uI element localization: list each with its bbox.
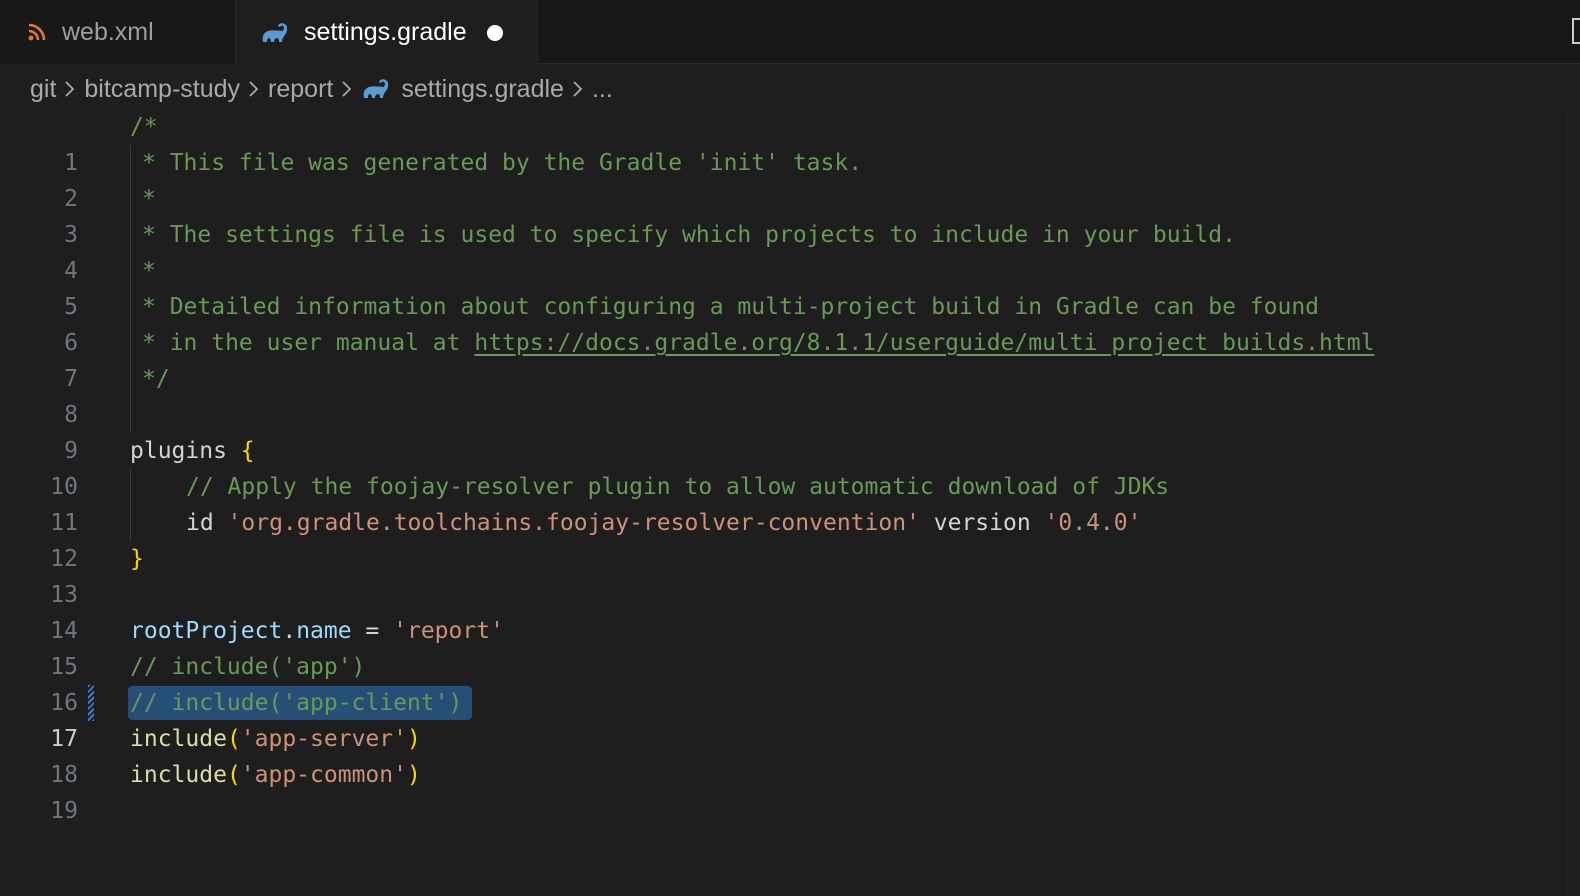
comment-text: * in the user manual at <box>142 330 475 356</box>
line-text: id 'org.gradle.toolchains.foojay-resolve… <box>186 505 1141 541</box>
line-text: * <box>142 186 156 212</box>
split-editor-icon[interactable] <box>1572 18 1580 44</box>
breadcrumb-item-report[interactable]: report <box>268 75 333 104</box>
tab-web-xml[interactable]: web.xml <box>0 0 236 64</box>
module-string: 'app-server' <box>240 726 407 752</box>
line-text: * Detailed information about configuring… <box>142 294 1320 320</box>
code-line[interactable]: 7 * in the user manual at https://docs.g… <box>0 325 1566 392</box>
open-paren: ( <box>226 726 241 752</box>
unsaved-dot-icon[interactable] <box>486 24 503 41</box>
code-line[interactable]: 3 * <box>0 181 1566 248</box>
line-text: */ <box>142 366 170 392</box>
breadcrumb-item-git[interactable]: git <box>30 75 56 104</box>
version-keyword: version <box>919 510 1045 536</box>
close-brace: } <box>130 546 144 572</box>
code-line[interactable]: 11 // Apply the foojay-resolver plugin t… <box>0 469 1566 536</box>
breadcrumb-label: settings.gradle <box>401 74 564 103</box>
dot-operator: . <box>282 618 297 644</box>
code-line[interactable]: 6 * Detailed information about configuri… <box>0 289 1566 356</box>
breadcrumb-item-bitcamp-study[interactable]: bitcamp-study <box>84 75 240 104</box>
root-project-identifier: rootProject <box>130 618 283 644</box>
id-keyword: id <box>186 510 228 536</box>
name-property: name <box>296 618 352 644</box>
code-line[interactable]: 10 plugins { <box>0 433 1566 500</box>
chevron-right-icon <box>341 79 353 99</box>
close-paren: ) <box>406 762 421 788</box>
chevron-right-icon <box>248 79 260 99</box>
line-text: // include('app') <box>130 654 366 680</box>
modified-line-marker[interactable] <box>88 685 94 721</box>
breadcrumb-item-settings-gradle[interactable]: settings.gradle <box>361 75 564 104</box>
gradle-icon <box>361 77 391 101</box>
code-line-active[interactable]: 17 // include('app-client') <box>0 685 1566 752</box>
code-line[interactable]: 4 * The settings file is used to specify… <box>0 217 1566 284</box>
close-paren: ) <box>406 726 421 752</box>
open-paren: ( <box>226 762 241 788</box>
line-text: // include('app-client') <box>130 690 463 716</box>
chevron-right-icon <box>64 79 76 99</box>
vertical-scrollbar[interactable] <box>1566 109 1580 896</box>
open-brace: { <box>240 438 255 464</box>
gradle-icon <box>260 21 290 45</box>
code-line[interactable]: 5 * <box>0 253 1566 320</box>
line-text: /* <box>130 114 158 140</box>
line-text: * <box>142 258 156 284</box>
chevron-right-icon <box>572 79 584 99</box>
rss-icon <box>26 21 48 43</box>
code-line[interactable]: 2 * This file was generated by the Gradl… <box>0 145 1566 212</box>
breadcrumb-item-symbols[interactable]: ... <box>592 75 613 104</box>
code-line[interactable]: 15 rootProject.name = 'report' <box>0 613 1566 680</box>
code-line[interactable]: 19 include('app-common') <box>0 757 1566 824</box>
tab-label: settings.gradle <box>304 18 467 46</box>
code-line[interactable]: 12 id 'org.gradle.toolchains.foojay-reso… <box>0 505 1566 572</box>
module-string: 'app-common' <box>240 762 407 788</box>
code-line[interactable]: 16 // include('app') <box>0 649 1566 716</box>
breadcrumb: git bitcamp-study report settings.gradle… <box>30 66 613 112</box>
code-line[interactable]: 14 <box>0 577 1566 644</box>
assign-operator: = <box>351 618 394 644</box>
code-line[interactable]: 8 */ <box>0 361 1566 428</box>
project-name-string: 'report' <box>393 618 504 644</box>
line-text: rootProject.name = 'report' <box>130 613 504 649</box>
line-text: * in the user manual at https://docs.gra… <box>142 325 1374 361</box>
include-call: include <box>130 762 227 788</box>
version-string: '0.4.0' <box>1044 510 1142 536</box>
include-call: include <box>130 726 227 752</box>
code-line[interactable]: 18 include('app-server') <box>0 721 1566 788</box>
line-text: * The settings file is used to specify w… <box>142 222 1236 248</box>
code-line[interactable]: 13 } <box>0 541 1566 608</box>
line-text: include('app-server') <box>130 721 421 757</box>
tab-settings-gradle[interactable]: settings.gradle <box>236 0 538 65</box>
code-line[interactable]: 9 <box>0 397 1566 464</box>
tab-label: web.xml <box>62 17 154 46</box>
line-number: 19 <box>50 798 78 824</box>
line-text: plugins { <box>130 433 255 469</box>
plugin-id-string: 'org.gradle.toolchains.foojay-resolver-c… <box>227 510 920 536</box>
docs-link[interactable]: https://docs.gradle.org/8.1.1/userguide/… <box>474 330 1374 356</box>
line-text: // Apply the foojay-resolver plugin to a… <box>186 474 1170 500</box>
keyword-plugins: plugins <box>130 438 241 464</box>
line-text: * This file was generated by the Gradle … <box>142 150 863 176</box>
code-editor[interactable]: 1 /* 2 * This file was generated by the … <box>0 109 1566 896</box>
code-line[interactable]: 1 /* <box>0 109 1566 176</box>
tab-bar: web.xml settings.gradle <box>0 0 1580 65</box>
line-text: include('app-common') <box>130 757 421 793</box>
